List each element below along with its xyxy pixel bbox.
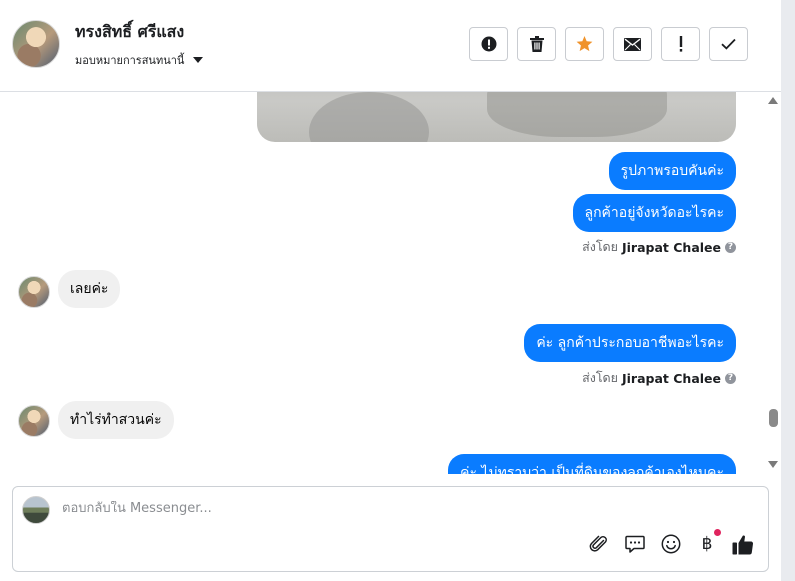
star-button[interactable] — [565, 27, 604, 61]
page-scroll-track[interactable] — [781, 0, 795, 581]
sent-photo[interactable] — [257, 92, 736, 142]
like-button[interactable] — [732, 533, 754, 555]
sent-by-label: ส่งโดย Jirapat Chalee ? — [582, 368, 736, 388]
done-button[interactable] — [709, 27, 748, 61]
message-thread[interactable]: รูปภาพรอบคันค่ะ ลูกค้าอยู่จังหวัดอะไรคะ … — [0, 92, 781, 474]
sent-by-prefix: ส่งโดย — [582, 370, 618, 385]
scrollbar-thumb[interactable] — [769, 409, 778, 427]
notification-dot — [714, 529, 721, 536]
incoming-message[interactable]: ทำไร่ทำสวนค่ะ — [58, 401, 174, 439]
composer-tools: ฿ — [588, 529, 754, 555]
star-icon — [576, 36, 593, 52]
help-icon[interactable]: ? — [725, 241, 736, 253]
emoji-button[interactable] — [660, 533, 682, 555]
sent-by-prefix: ส่งโดย — [582, 239, 618, 254]
outgoing-message[interactable]: ลูกค้าอยู่จังหวัดอะไรคะ — [572, 194, 736, 232]
contact-avatar-small[interactable] — [18, 276, 50, 308]
incoming-message[interactable]: เลยค่ะ — [58, 270, 121, 308]
help-icon[interactable]: ? — [725, 372, 736, 384]
sent-by-name: Jirapat Chalee — [622, 239, 721, 255]
assign-conversation-dropdown[interactable]: มอบหมายการสนทนานี้ — [75, 51, 204, 69]
assign-label: มอบหมายการสนทนานี้ — [75, 54, 185, 67]
trash-icon — [529, 36, 544, 52]
contact-name[interactable]: ทรงสิทธิ์ ศรีแสง — [75, 20, 184, 45]
saved-replies-icon — [625, 535, 645, 553]
contact-avatar[interactable] — [12, 20, 60, 68]
outgoing-message[interactable]: รูปภาพรอบคันค่ะ — [608, 152, 736, 190]
scroll-down-arrow[interactable] — [768, 461, 778, 468]
thumbs-up-icon — [732, 535, 754, 555]
mark-unread-button[interactable] — [613, 27, 652, 61]
report-button[interactable] — [469, 27, 508, 61]
emoji-icon — [661, 534, 681, 554]
header-actions — [469, 27, 748, 61]
sent-by-label: ส่งโดย Jirapat Chalee ? — [582, 237, 736, 257]
exclamation-icon — [679, 36, 682, 52]
delete-button[interactable] — [517, 27, 556, 61]
spam-button[interactable] — [661, 27, 700, 61]
contact-avatar-small[interactable] — [18, 405, 50, 437]
attach-icon — [589, 535, 607, 552]
caret-down-icon — [193, 57, 204, 63]
check-icon — [721, 38, 736, 50]
outgoing-message[interactable]: ค่ะ ไม่ทราบว่า เป็นที่ดินของลูกค้าเองไหม… — [448, 454, 736, 474]
outgoing-message[interactable]: ค่ะ ลูกค้าประกอบอาชีพอะไรคะ — [524, 324, 736, 362]
scroll-up-arrow[interactable] — [768, 97, 778, 104]
alert-circle-icon — [481, 36, 496, 52]
attach-button[interactable] — [588, 533, 610, 555]
reply-input[interactable] — [62, 501, 752, 516]
baht-payment-button[interactable]: ฿ — [696, 529, 721, 555]
conversation-header: ทรงสิทธิ์ ศรีแสง มอบหมายการสนทนานี้ — [0, 0, 781, 92]
messenger-inbox: ทรงสิทธิ์ ศรีแสง มอบหมายการสนทนานี้ รูปภ… — [0, 0, 795, 581]
reply-composer: ฿ — [12, 486, 769, 572]
page-avatar — [22, 496, 50, 524]
baht-payment-icon: ฿ — [701, 534, 713, 554]
sent-by-name: Jirapat Chalee — [622, 370, 721, 386]
saved-replies-button[interactable] — [624, 533, 646, 555]
envelope-icon — [624, 37, 641, 51]
